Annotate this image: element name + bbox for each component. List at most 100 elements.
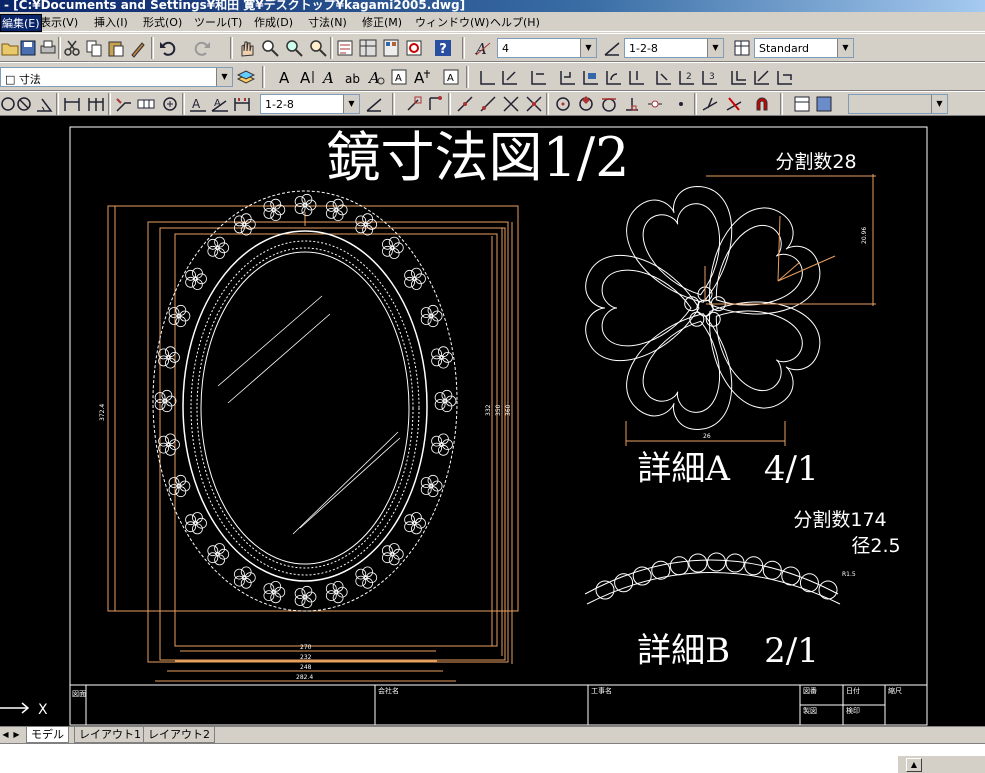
dim-update2-icon[interactable] xyxy=(232,94,252,114)
dim-style-manager-icon[interactable] xyxy=(364,94,384,114)
menu-dimension[interactable]: 寸法(N) xyxy=(308,14,347,30)
multiline-text-icon[interactable]: A xyxy=(298,67,318,87)
paste-icon[interactable] xyxy=(106,38,126,58)
osnap-intersection-icon[interactable] xyxy=(455,94,475,114)
open-icon[interactable] xyxy=(0,38,20,58)
osnap-cross-icon[interactable] xyxy=(501,94,521,114)
baseline-dim2-icon[interactable] xyxy=(62,94,82,114)
pan-icon[interactable] xyxy=(236,38,256,58)
osnap-extension-icon[interactable] xyxy=(524,94,544,114)
center-mark2-icon[interactable] xyxy=(160,94,180,114)
properties-icon[interactable] xyxy=(335,38,355,58)
layer-previous2-icon[interactable] xyxy=(814,94,834,114)
center-mark-icon[interactable] xyxy=(752,67,772,87)
dim-style-combo-2[interactable]: 1-2-8 ▼ xyxy=(260,94,360,114)
quick-dim-icon[interactable] xyxy=(627,67,647,87)
tab-layout2[interactable]: レイアウト2 xyxy=(143,727,215,743)
scroll-up-icon[interactable]: ▲ xyxy=(906,758,922,772)
chevron-down-icon[interactable]: ▼ xyxy=(343,95,359,113)
command-scrollbar[interactable]: ▲ xyxy=(898,756,985,773)
osnap-quadrant-icon[interactable] xyxy=(576,94,596,114)
diameter-dim-icon[interactable] xyxy=(581,67,601,87)
menu-view[interactable]: 表示(V) xyxy=(40,14,78,30)
osnap-tangent-icon[interactable] xyxy=(599,94,619,114)
menu-format[interactable]: 形式(O) xyxy=(143,14,182,30)
zoom-realtime-icon[interactable] xyxy=(260,38,280,58)
text-style-icon[interactable]: A xyxy=(473,38,493,58)
single-line-text-icon[interactable]: A xyxy=(320,67,340,87)
osnap-midpoint-icon[interactable] xyxy=(426,94,446,114)
find-text-icon[interactable]: A xyxy=(366,67,386,87)
menu-insert[interactable]: 挿入(I) xyxy=(94,14,128,30)
edit-text-icon[interactable]: ab xyxy=(343,67,363,87)
dim-text-edit-icon[interactable]: A xyxy=(210,94,230,114)
menu-draw[interactable]: 作成(D) xyxy=(254,14,293,30)
menu-edit[interactable]: 編集(E) xyxy=(0,14,42,32)
redo-icon[interactable] xyxy=(192,38,212,58)
dim-style-combo[interactable]: 1-2-8 ▼ xyxy=(624,38,724,58)
menu-modify[interactable]: 修正(M) xyxy=(362,14,402,30)
menu-window[interactable]: ウィンドウ(W) xyxy=(415,14,489,30)
osnap-settings-icon[interactable] xyxy=(724,94,744,114)
chevron-down-icon[interactable]: ▼ xyxy=(707,39,723,57)
cut-icon[interactable] xyxy=(62,38,82,58)
tab-prev-icon[interactable]: ▶ xyxy=(11,729,22,741)
drawing-canvas[interactable]: 鏡寸法図1/2 270 232 248 282.4 372.4 332 350 … xyxy=(0,116,985,726)
tool-palettes-icon[interactable] xyxy=(381,38,401,58)
design-center-icon[interactable] xyxy=(358,38,378,58)
tab-layout1[interactable]: レイアウト1 xyxy=(74,727,146,743)
print-icon[interactable] xyxy=(38,38,58,58)
layer-icon[interactable] xyxy=(792,94,812,114)
osnap-node-icon[interactable] xyxy=(645,94,665,114)
ordinate-dim-icon[interactable] xyxy=(529,67,549,87)
dim-update-icon[interactable] xyxy=(775,67,795,87)
layer-combo[interactable]: □ 寸法 ▼ xyxy=(0,67,233,87)
baseline-dim-icon[interactable] xyxy=(654,67,674,87)
layer-previous-icon[interactable] xyxy=(236,67,256,87)
radius-dim-icon[interactable] xyxy=(558,67,578,87)
osnap-none-icon[interactable] xyxy=(700,94,720,114)
match-properties-icon[interactable] xyxy=(128,38,148,58)
tab-model[interactable]: モデル xyxy=(26,727,69,743)
chevron-down-icon[interactable]: ▼ xyxy=(837,39,853,57)
dim-edit-icon[interactable]: A xyxy=(188,94,208,114)
menu-help[interactable]: ヘルプ(H) xyxy=(490,14,540,30)
osnap-center-icon[interactable] xyxy=(553,94,573,114)
continue-dim-icon[interactable]: 2 xyxy=(677,67,697,87)
undo-icon[interactable] xyxy=(158,38,178,58)
no-entry-icon[interactable] xyxy=(14,94,34,114)
text-icon[interactable]: A xyxy=(276,67,296,87)
markup-icon[interactable] xyxy=(404,38,424,58)
dim-style-icon[interactable] xyxy=(602,38,622,58)
scale-text-icon[interactable]: A xyxy=(389,67,409,87)
text-style-combo[interactable]: 4 ▼ xyxy=(497,38,597,58)
tolerance-icon[interactable] xyxy=(729,67,749,87)
command-line[interactable]: ▲ xyxy=(0,743,985,773)
linear-dim-icon[interactable] xyxy=(478,67,498,87)
table-style-combo[interactable]: Standard ▼ xyxy=(754,38,854,58)
osnap-apparent-icon[interactable] xyxy=(478,94,498,114)
aligned-dim-icon[interactable] xyxy=(500,67,520,87)
save-icon[interactable] xyxy=(18,38,38,58)
menu-tools[interactable]: ツール(T) xyxy=(194,14,242,30)
copy-icon[interactable] xyxy=(84,38,104,58)
magnet-icon[interactable] xyxy=(752,94,772,114)
help-icon[interactable]: ? xyxy=(433,38,453,58)
quick-leader-icon[interactable] xyxy=(114,94,134,114)
tab-first-icon[interactable]: ◀ xyxy=(0,729,11,741)
osnap-nearest-icon[interactable] xyxy=(671,94,691,114)
osnap-endpoint-icon[interactable] xyxy=(404,94,424,114)
zoom-window-icon[interactable] xyxy=(284,38,304,58)
chevron-down-icon[interactable]: ▼ xyxy=(580,39,596,57)
convert-text-icon[interactable]: A xyxy=(441,67,461,87)
angular-dim-icon[interactable] xyxy=(604,67,624,87)
angle-icon[interactable] xyxy=(34,94,54,114)
continue-dim2-icon[interactable] xyxy=(86,94,106,114)
chevron-down-icon[interactable]: ▼ xyxy=(216,68,232,86)
justify-text-icon[interactable]: A xyxy=(412,67,432,87)
tolerance2-icon[interactable] xyxy=(136,94,156,114)
leader-icon[interactable]: 3 xyxy=(700,67,720,87)
osnap-perpendicular-icon[interactable] xyxy=(622,94,642,114)
table-style-icon[interactable] xyxy=(732,38,752,58)
zoom-previous-icon[interactable] xyxy=(308,38,328,58)
